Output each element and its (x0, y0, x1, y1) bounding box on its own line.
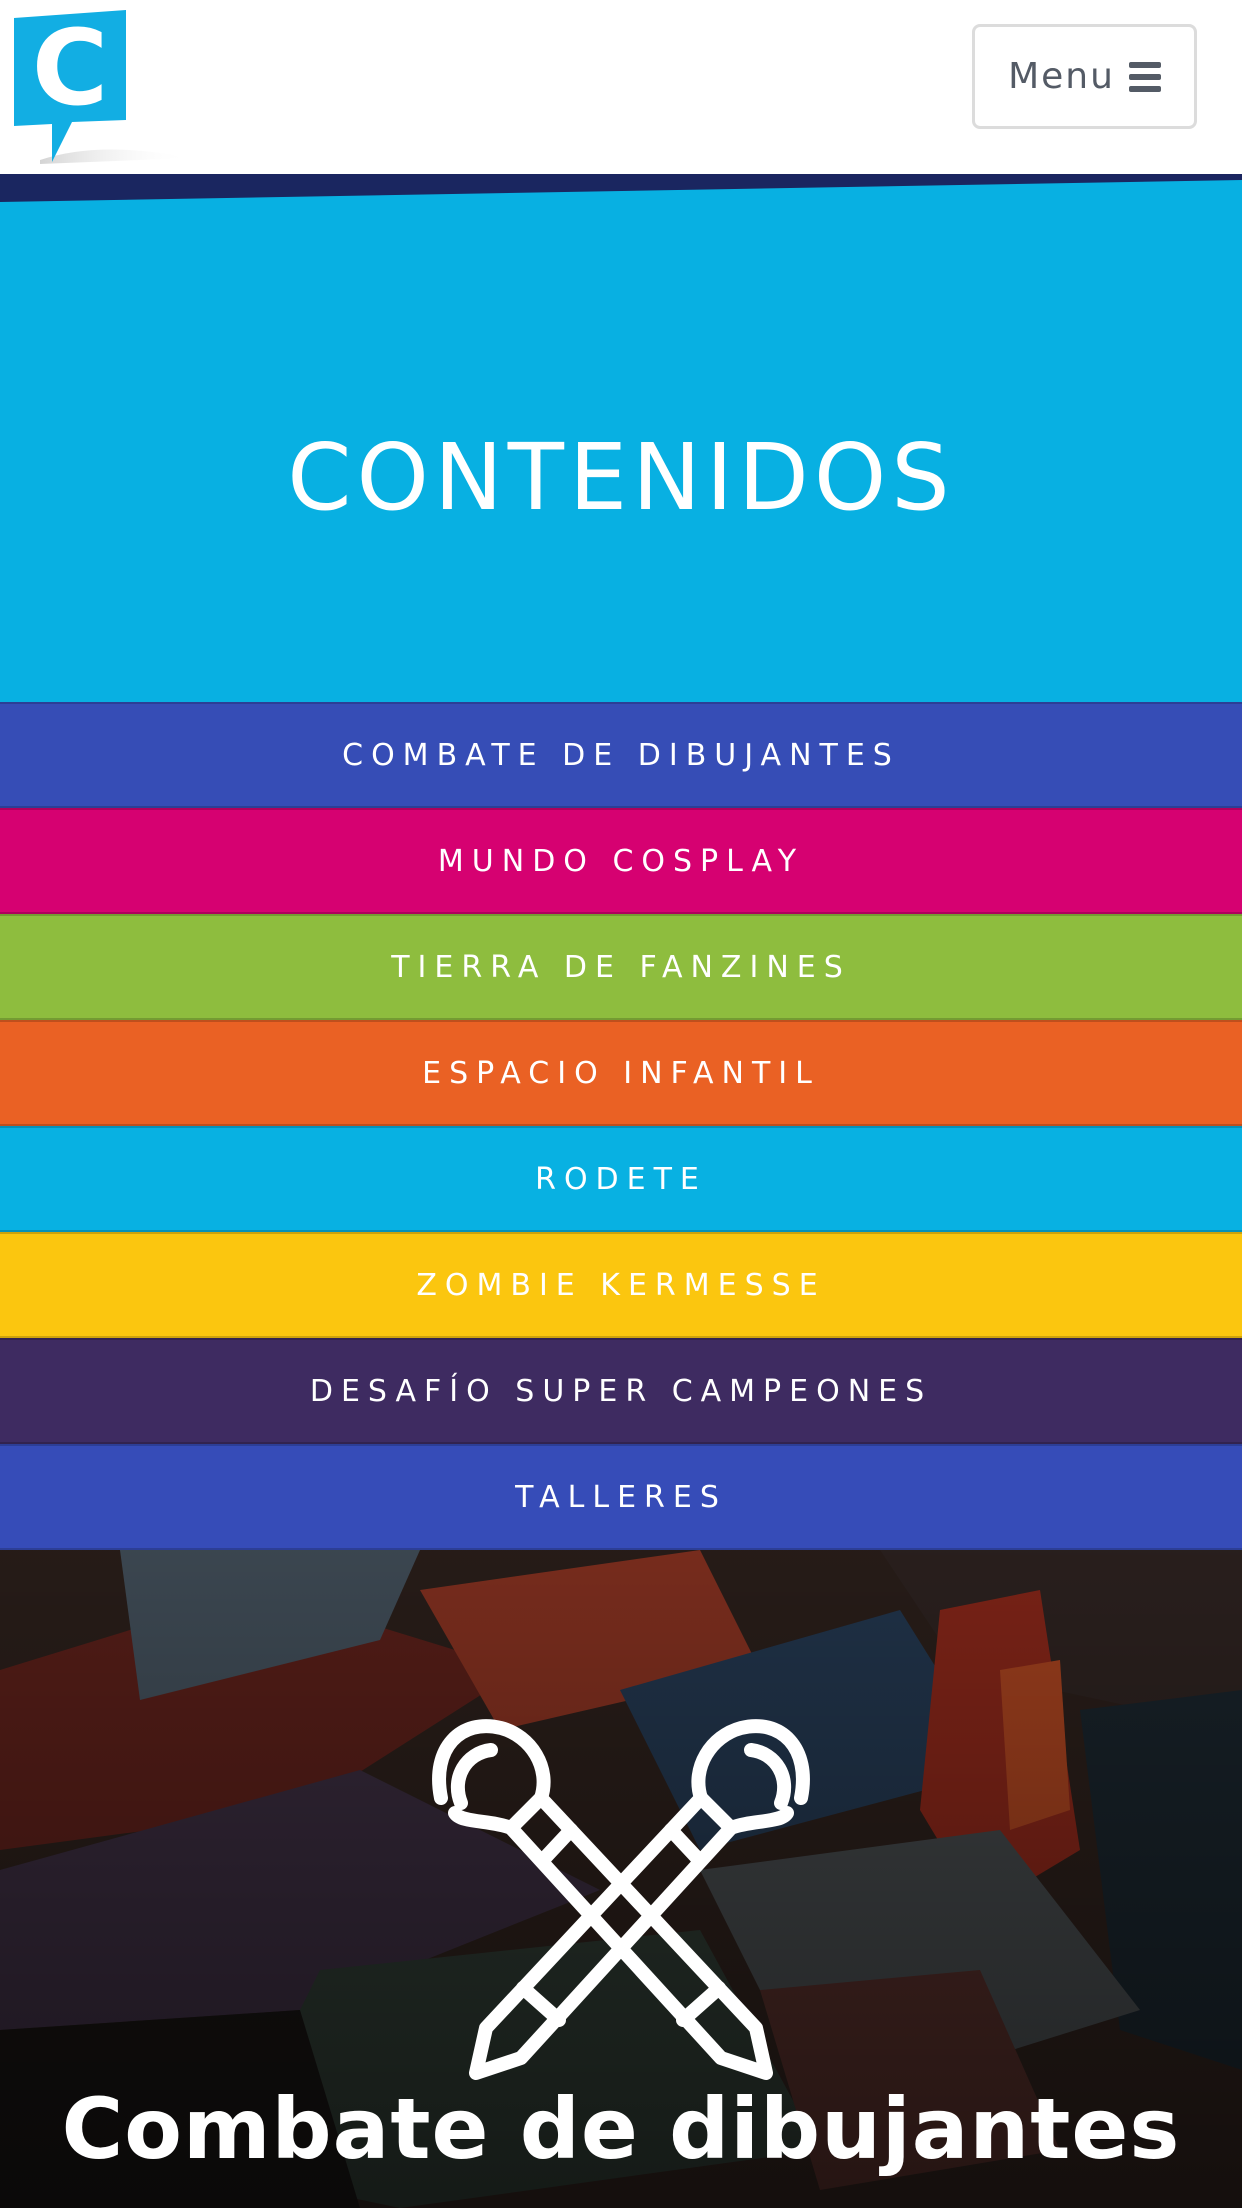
feature-banner[interactable]: Combate de dibujantes (0, 1550, 1242, 2208)
logo-letter: C (32, 10, 108, 129)
category-label: DESAFÍO SUPER CAMPEONES (309, 1373, 933, 1409)
bars-icon (1128, 61, 1161, 92)
category-link[interactable]: DESAFÍO SUPER CAMPEONES (0, 1338, 1242, 1444)
category-link[interactable]: TIERRA DE FANZINES (0, 914, 1242, 1020)
category-link[interactable]: TALLERES (0, 1444, 1242, 1550)
category-label: ESPACIO INFANTIL (422, 1055, 820, 1091)
category-link[interactable]: COMBATE DE DIBUJANTES (0, 702, 1242, 808)
category-link[interactable]: RODETE (0, 1126, 1242, 1232)
page: C Menu CONTENIDOS COMBATE DE DIBUJANTES M… (0, 0, 1242, 2208)
menu-label: Menu (1008, 56, 1115, 97)
page-title: CONTENIDOS (287, 424, 955, 531)
menu-button[interactable]: Menu (972, 24, 1197, 129)
category-link[interactable]: ESPACIO INFANTIL (0, 1020, 1242, 1126)
category-link[interactable]: MUNDO COSPLAY (0, 808, 1242, 914)
category-label: ZOMBIE KERMESSE (416, 1267, 826, 1303)
logo[interactable]: C (10, 10, 190, 170)
hero-section: CONTENIDOS (0, 174, 1242, 702)
category-label: RODETE (535, 1161, 707, 1197)
category-label: TIERRA DE FANZINES (391, 949, 851, 985)
category-label: TALLERES (515, 1479, 727, 1515)
category-list: COMBATE DE DIBUJANTES MUNDO COSPLAY TIERRA… (0, 702, 1242, 1550)
category-link[interactable]: ZOMBIE KERMESSE (0, 1232, 1242, 1338)
hero-top-band (0, 174, 1242, 214)
site-header: C Menu (0, 0, 1242, 174)
feature-title: Combate de dibujantes (61, 2080, 1181, 2178)
crossed-pencils-icon (432, 1719, 810, 2080)
category-label: MUNDO COSPLAY (437, 843, 805, 879)
category-label: COMBATE DE DIBUJANTES (342, 737, 900, 773)
